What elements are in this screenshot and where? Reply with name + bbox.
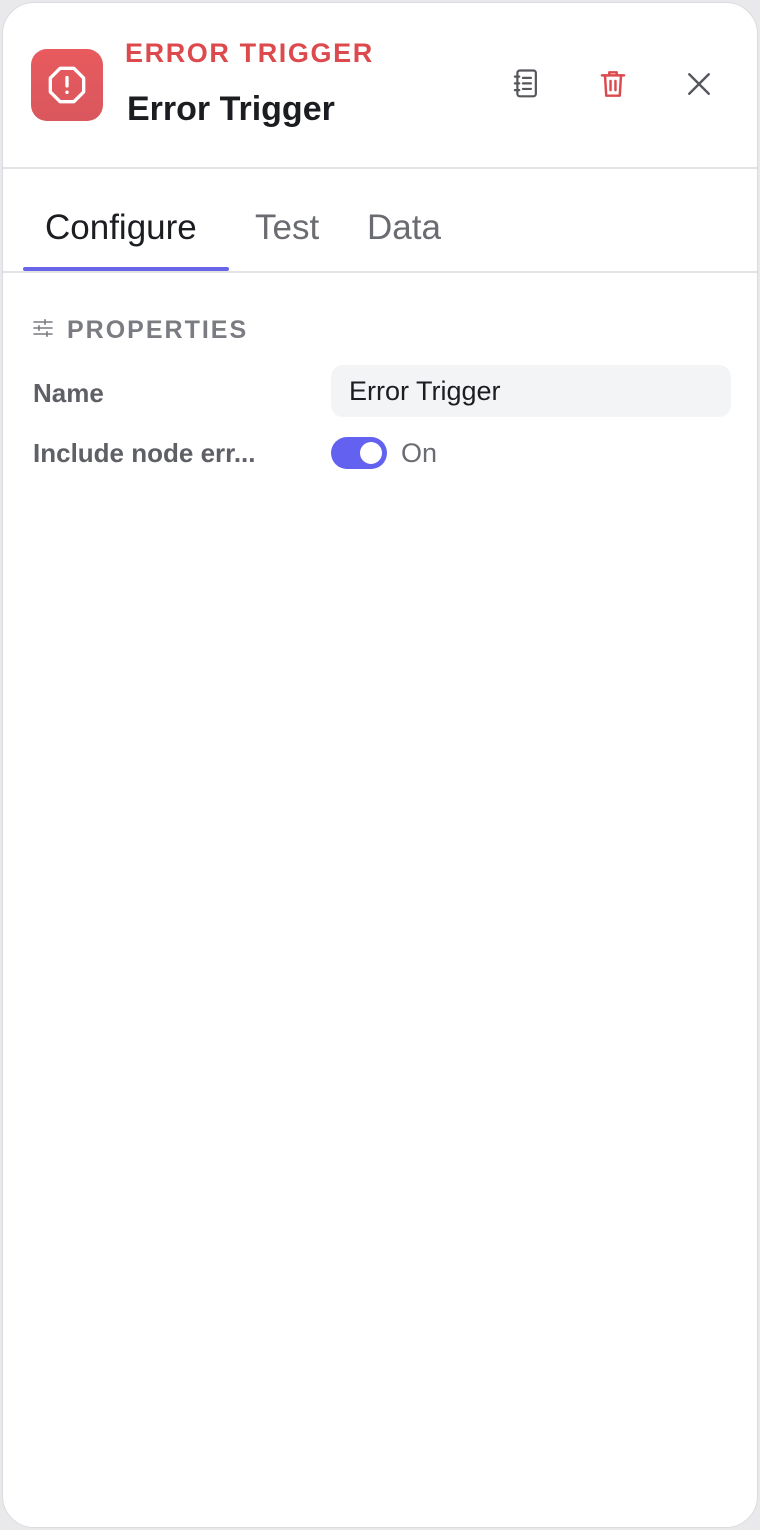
notebook-icon bbox=[511, 68, 541, 105]
tab-bar: Configure Test Data bbox=[3, 171, 757, 273]
docs-button[interactable] bbox=[503, 63, 549, 109]
tab-test[interactable]: Test bbox=[255, 207, 319, 249]
include-node-errors-label: Include node err... bbox=[33, 438, 256, 468]
include-node-errors-toggle[interactable] bbox=[331, 437, 387, 469]
trash-icon bbox=[598, 68, 628, 105]
tab-data[interactable]: Data bbox=[367, 207, 441, 249]
properties-section-header: PROPERTIES bbox=[33, 315, 248, 345]
alert-octagon-icon bbox=[31, 49, 103, 121]
sliders-icon bbox=[33, 318, 53, 342]
name-input[interactable] bbox=[331, 365, 731, 417]
close-button[interactable] bbox=[676, 63, 722, 109]
toggle-knob bbox=[360, 442, 382, 464]
panel-header: ERROR TRIGGER Error Trigger bbox=[3, 3, 757, 169]
toggle-state-label: On bbox=[401, 438, 438, 468]
name-label: Name bbox=[33, 378, 104, 408]
tab-configure[interactable]: Configure bbox=[45, 207, 197, 249]
properties-title: PROPERTIES bbox=[67, 316, 249, 344]
node-title: Error Trigger bbox=[127, 90, 335, 128]
node-config-panel: ERROR TRIGGER Error Trigger Configure Te… bbox=[2, 2, 758, 1528]
active-tab-indicator bbox=[23, 267, 229, 271]
node-type-label: ERROR TRIGGER bbox=[125, 38, 374, 68]
close-icon bbox=[686, 71, 712, 102]
delete-button[interactable] bbox=[590, 63, 636, 109]
